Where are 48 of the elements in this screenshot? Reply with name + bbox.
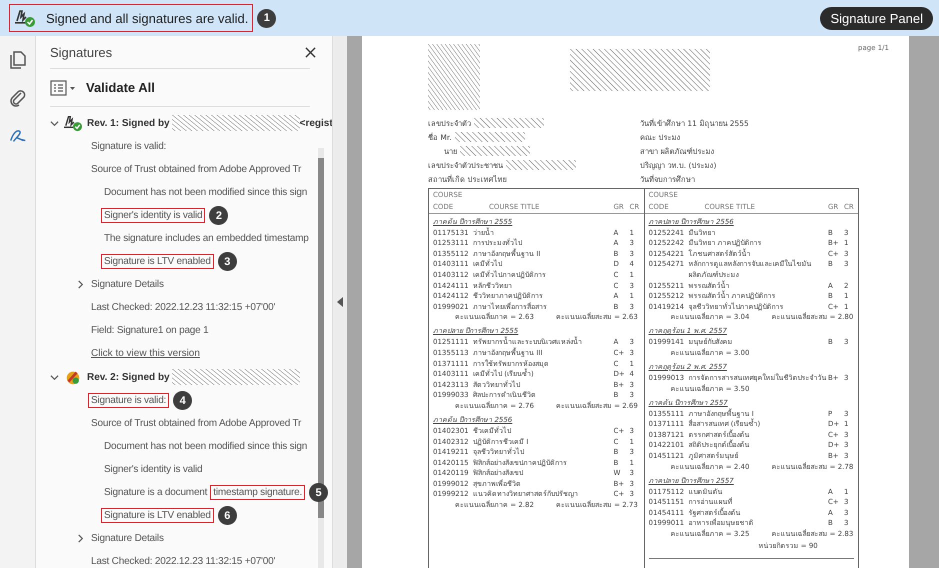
status-text: Document has not been modified since this sign — [103, 440, 308, 454]
highlighted-text: timestamp signature. — [210, 485, 306, 500]
callout-badge: 4 — [173, 391, 192, 410]
callout-badge: 6 — [218, 506, 237, 525]
status-text: Source of Trust obtained from Adobe Approved Tr — [90, 163, 302, 177]
status-text: Last Checked: 2022.12.23 11:32:15 +07'00' — [90, 301, 276, 315]
options-menu-icon[interactable] — [50, 80, 76, 96]
highlighted-text: Signature is LTV enabled — [101, 508, 214, 523]
status-text: Signature is a document — [103, 486, 208, 500]
scrollbar[interactable] — [318, 148, 324, 568]
status-message: Signed and all signatures are valid. — [46, 10, 248, 26]
redacted-area — [460, 146, 530, 156]
status-text: Field: Signature1 on page 1 — [90, 324, 210, 338]
signature-valid-icon — [14, 8, 36, 28]
callout-badge: 3 — [218, 252, 237, 271]
collapse-arrow-icon[interactable] — [337, 297, 343, 307]
redacted-area — [506, 160, 576, 170]
revision-title[interactable]: Rev. 1: Signed by — [87, 118, 170, 128]
signature-details-toggle[interactable]: Signature Details — [88, 277, 167, 292]
redacted-area — [454, 132, 525, 142]
status-text: Source of Trust obtained from Adobe Approved Tr — [90, 417, 302, 431]
chevron-icon[interactable] — [50, 372, 59, 382]
callout-badge: 5 — [309, 483, 328, 502]
signature-valid-icon — [63, 114, 83, 132]
status-text: Signature is valid: — [88, 393, 170, 408]
redacted-area — [428, 44, 480, 110]
status-text: Signer's identity is valid — [103, 463, 204, 477]
status-text: Last Checked: 2022.12.23 11:32:15 +07'00' — [90, 555, 276, 568]
status-text: The signature includes an embedded timestamp — [103, 232, 310, 246]
chevron-icon[interactable] — [76, 280, 85, 289]
validate-all-button[interactable]: Validate All — [86, 80, 155, 95]
close-icon[interactable] — [305, 46, 316, 58]
callout-badge: 1 — [257, 8, 276, 28]
status-text: Signature is valid: — [90, 140, 168, 154]
status-text: Document has not been modified since this sign — [103, 186, 308, 200]
view-version-link[interactable]: Click to view this version — [91, 348, 200, 359]
callout-badge: 2 — [209, 206, 228, 225]
chevron-icon[interactable] — [50, 118, 59, 128]
pages-icon[interactable] — [8, 50, 28, 70]
signature-panel-button[interactable]: Signature Panel — [820, 6, 933, 30]
highlighted-text: Signature is LTV enabled — [101, 254, 214, 269]
panel-title: Signatures — [50, 44, 112, 60]
signature-details-toggle[interactable]: Signature Details — [88, 531, 167, 546]
redacted-area — [474, 118, 544, 128]
paperclip-icon[interactable] — [8, 88, 28, 108]
revision-title[interactable]: Rev. 2: Signed by — [87, 372, 170, 382]
chevron-icon[interactable] — [76, 534, 85, 543]
highlighted-text: Signer's identity is valid — [101, 208, 206, 223]
